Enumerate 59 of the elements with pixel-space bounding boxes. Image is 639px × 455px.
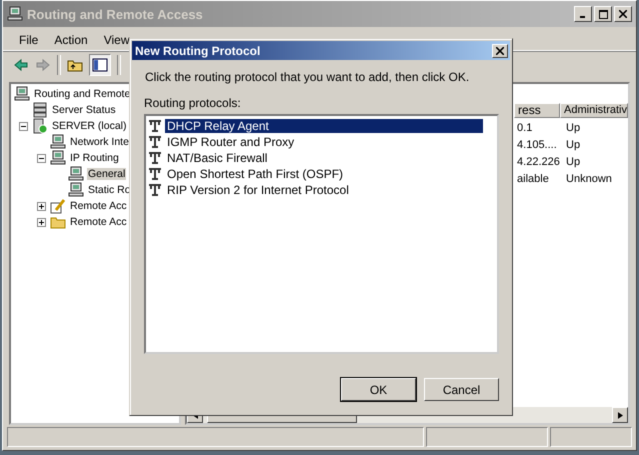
list-item[interactable]: NAT/Basic Firewall <box>165 151 270 165</box>
tree-toggle-button[interactable] <box>89 54 111 76</box>
maximize-button[interactable] <box>594 6 612 22</box>
collapse-icon[interactable] <box>18 122 28 130</box>
expand-icon[interactable] <box>36 202 46 210</box>
computer-icon <box>50 134 66 150</box>
tree-item[interactable]: SERVER (local) <box>51 120 128 132</box>
scroll-right-icon[interactable] <box>612 407 628 423</box>
tree-item[interactable]: Remote Acc <box>69 216 128 228</box>
collapse-icon[interactable] <box>36 154 46 162</box>
server-icon <box>32 118 48 134</box>
computer-icon <box>68 166 84 182</box>
column-header[interactable]: ress <box>514 103 560 118</box>
window-title: Routing and Remote Access <box>27 6 204 22</box>
router-icon <box>147 134 163 150</box>
tree-item[interactable]: Remote Acc <box>69 200 128 212</box>
computer-icon <box>7 6 23 22</box>
table-cell-text: 0.1 <box>516 122 534 134</box>
policy-icon <box>50 198 66 214</box>
close-button[interactable] <box>614 6 632 22</box>
computer-icon <box>14 86 30 102</box>
computer-icon <box>50 150 66 166</box>
close-icon <box>496 46 504 54</box>
router-icon <box>147 166 163 182</box>
list-item[interactable]: IGMP Router and Proxy <box>165 135 296 149</box>
menu-item[interactable]: Action <box>46 33 96 47</box>
tree-item[interactable]: Routing and Remote <box>33 88 132 100</box>
ok-button[interactable]: OK <box>341 378 416 401</box>
maximize-icon <box>598 10 608 18</box>
expand-icon[interactable] <box>36 218 46 226</box>
cancel-button[interactable]: Cancel <box>424 378 499 401</box>
back-arrow-icon[interactable] <box>13 57 29 73</box>
server-stack-icon <box>32 102 48 118</box>
table-cell-text: Up <box>565 122 582 134</box>
table-cell-text: Up <box>565 156 582 168</box>
table-cell-text: 4.105.... <box>516 138 558 150</box>
tree-item[interactable]: Network Inte <box>69 136 130 148</box>
list-label: Routing protocols: <box>144 96 242 110</box>
table-cell-text: ailable <box>516 172 550 184</box>
router-icon <box>147 182 163 198</box>
tree-item[interactable]: Server Status <box>51 104 117 116</box>
dialog-title: New Routing Protocol <box>135 44 262 58</box>
list-item[interactable]: Open Shortest Path First (OSPF) <box>165 167 346 181</box>
tree-item[interactable]: IP Routing <box>69 152 120 164</box>
computer-icon <box>68 182 84 198</box>
list-item[interactable]: RIP Version 2 for Internet Protocol <box>165 183 351 197</box>
close-icon <box>619 10 627 18</box>
table-cell-text: Unknown <box>565 172 613 184</box>
column-header[interactable]: Administrativ <box>560 103 628 118</box>
list-item[interactable]: DHCP Relay Agent <box>165 119 483 133</box>
instruction-text: Click the routing protocol that you want to add, then click OK. <box>145 70 470 84</box>
close-button[interactable] <box>492 44 508 58</box>
table-cell-text: Up <box>565 138 582 150</box>
minimize-button[interactable] <box>574 6 592 22</box>
table-cell-text: 4.22.226 <box>516 156 561 168</box>
router-icon <box>147 150 163 166</box>
menu-item[interactable]: File <box>11 33 46 47</box>
tree-item[interactable]: General <box>87 168 126 180</box>
router-icon <box>147 118 163 134</box>
